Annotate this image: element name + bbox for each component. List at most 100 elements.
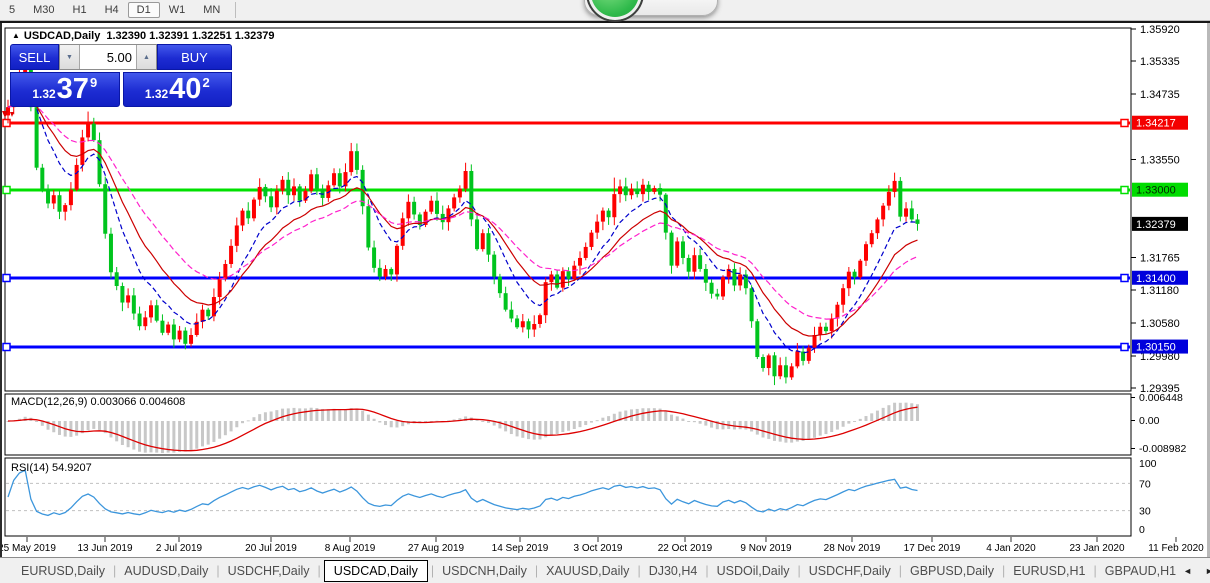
date-axis-label: 22 Oct 2019 — [658, 543, 713, 554]
candle-body-down — [761, 357, 766, 369]
volume-decrease-icon[interactable]: ▼ — [60, 45, 80, 69]
chart-tab-usdchf-daily[interactable]: USDCHF,Daily — [221, 560, 317, 582]
chart-tab-usdoil-daily[interactable]: USDOil,Daily — [710, 560, 797, 582]
candle-body-down — [246, 210, 251, 219]
chart-tab-usdcad-daily[interactable]: USDCAD,Daily — [323, 559, 428, 582]
candle-body-down — [97, 140, 102, 185]
candle-body-up — [886, 191, 891, 206]
candle-body-down — [131, 295, 136, 314]
timeframe-button-5[interactable]: 5 — [0, 2, 24, 18]
candle-body-up — [881, 205, 886, 220]
date-axis-label: 8 Aug 2019 — [325, 543, 376, 554]
candle-body-down — [57, 195, 62, 212]
candle-body-up — [835, 304, 840, 319]
chart-tab-gbpaud-h1[interactable]: GBPAUD,H1 — [1098, 560, 1183, 582]
sell-price-button[interactable]: 1.32 37 9 — [10, 72, 120, 107]
date-axis-label: 23 Jan 2020 — [1069, 543, 1124, 554]
price-axis-label: 1.33550 — [1140, 154, 1180, 166]
chart-tab-gbpusd-daily[interactable]: GBPUSD,Daily — [903, 560, 1001, 582]
candle-body-up — [818, 326, 823, 335]
price-axis-label: 1.35920 — [1140, 24, 1180, 36]
timeframe-button-h1[interactable]: H1 — [64, 2, 96, 18]
candle-body-up — [578, 257, 582, 266]
candle-body-up — [200, 309, 205, 322]
rsi-panel — [4, 457, 1132, 537]
timeframe-button-w1[interactable]: W1 — [160, 2, 195, 18]
volume-increase-icon[interactable]: ▲ — [136, 45, 156, 69]
candle-body-down — [492, 254, 497, 277]
candle-body-up — [600, 210, 605, 222]
candle-body-up — [51, 195, 56, 204]
ohlc-quote-line: 1.32390 1.32391 1.32251 1.32379 — [106, 30, 275, 42]
candle-body-up — [692, 255, 697, 272]
candle-body-up — [904, 208, 909, 217]
collapse-triangle-icon[interactable]: ▲ — [12, 31, 20, 40]
candle-body-down — [783, 365, 788, 378]
candle-body-up — [217, 278, 222, 298]
candle-body-down — [497, 276, 502, 294]
macd-indicator-label: MACD(12,26,9) 0.003066 0.004608 — [11, 396, 186, 408]
buy-button[interactable]: BUY — [157, 44, 232, 70]
sell-button[interactable]: SELL — [10, 44, 59, 70]
candle-body-up — [189, 334, 194, 344]
chart-tab-usdcnh-daily[interactable]: USDCNH,Daily — [435, 560, 534, 582]
price-axis: 1.35920 1.35335 1.34735 1.33550 1.31765 1.311… — [1131, 24, 1188, 395]
date-axis-label: 28 Nov 2019 — [824, 543, 881, 554]
macd-axis-label: 0.00 — [1139, 415, 1160, 427]
date-axis-label: 13 Jun 2019 — [77, 543, 132, 554]
candle-body-up — [251, 199, 256, 219]
chart-tab-usdchf-daily[interactable]: USDCHF,Daily — [802, 560, 898, 582]
candle-body-up — [543, 282, 548, 316]
candle-body-up — [520, 321, 525, 328]
date-axis-label: 17 Dec 2019 — [904, 543, 961, 554]
candle-body-down — [377, 267, 382, 277]
candle-body-down — [486, 233, 491, 255]
buy-price-button[interactable]: 1.32 40 2 — [122, 72, 232, 107]
candle-body-up — [457, 188, 462, 198]
candle-body-up — [149, 305, 153, 318]
buy-price-prefix: 1.32 — [144, 87, 169, 101]
candle-body-up — [812, 334, 817, 348]
timeframe-button-d1[interactable]: D1 — [127, 2, 160, 18]
tab-separator: | — [317, 563, 321, 578]
date-axis-label: 2 Jul 2019 — [156, 543, 203, 554]
candle-body-up — [846, 271, 851, 289]
candle-body-up — [309, 174, 314, 191]
candle-body-down — [412, 201, 417, 215]
trading-platform-window: { "toolbar": { "buttons": ["5", "M30", "… — [0, 0, 1210, 583]
candle-body-up — [612, 194, 617, 218]
candle-body-down — [160, 320, 165, 333]
date-axis-label: 27 Aug 2019 — [408, 543, 465, 554]
candle-body-down — [108, 233, 113, 273]
chart-tab-dj30-h4[interactable]: DJ30,H4 — [642, 560, 705, 582]
candle-body-up — [829, 318, 834, 332]
candle-body-up — [869, 233, 874, 245]
candle-body-down — [915, 219, 920, 224]
candle-body-up — [892, 180, 897, 192]
chart-tab-eurusd-daily[interactable]: EURUSD,Daily — [14, 560, 112, 582]
chart-tab-audusd-daily[interactable]: AUDUSD,Daily — [117, 560, 215, 582]
candle-body-up — [274, 190, 279, 208]
timeframe-button-h4[interactable]: H4 — [96, 2, 128, 18]
candle-body-down — [715, 293, 720, 297]
candle-body-down — [297, 186, 302, 201]
chart-tab-xauusd-daily[interactable]: XAUUSD,Daily — [539, 560, 636, 582]
sell-price-pip: 9 — [89, 75, 98, 90]
timeframe-button-mn[interactable]: MN — [194, 2, 229, 18]
candle-body-down — [435, 200, 439, 214]
candle-body-down — [314, 174, 319, 189]
level-handle — [1120, 118, 1129, 128]
candle-body-down — [635, 188, 640, 195]
volume-input[interactable] — [80, 45, 136, 69]
tab-scroll-right-icon[interactable]: ► — [1205, 566, 1210, 576]
chart-tab-eurusd-h1[interactable]: EURUSD,H1 — [1006, 560, 1092, 582]
candle-body-up — [640, 184, 645, 195]
candle-body-down — [120, 286, 125, 303]
candle-body-down — [823, 326, 828, 332]
candle-body-up — [234, 225, 239, 246]
timeframe-button-m30[interactable]: M30 — [24, 2, 63, 18]
rsi-axis: 100 70 30 0 — [1139, 458, 1157, 536]
candle-body-up — [778, 365, 783, 377]
tab-scroll-left-icon[interactable]: ◄ — [1183, 566, 1192, 576]
candle-body-down — [46, 189, 51, 204]
